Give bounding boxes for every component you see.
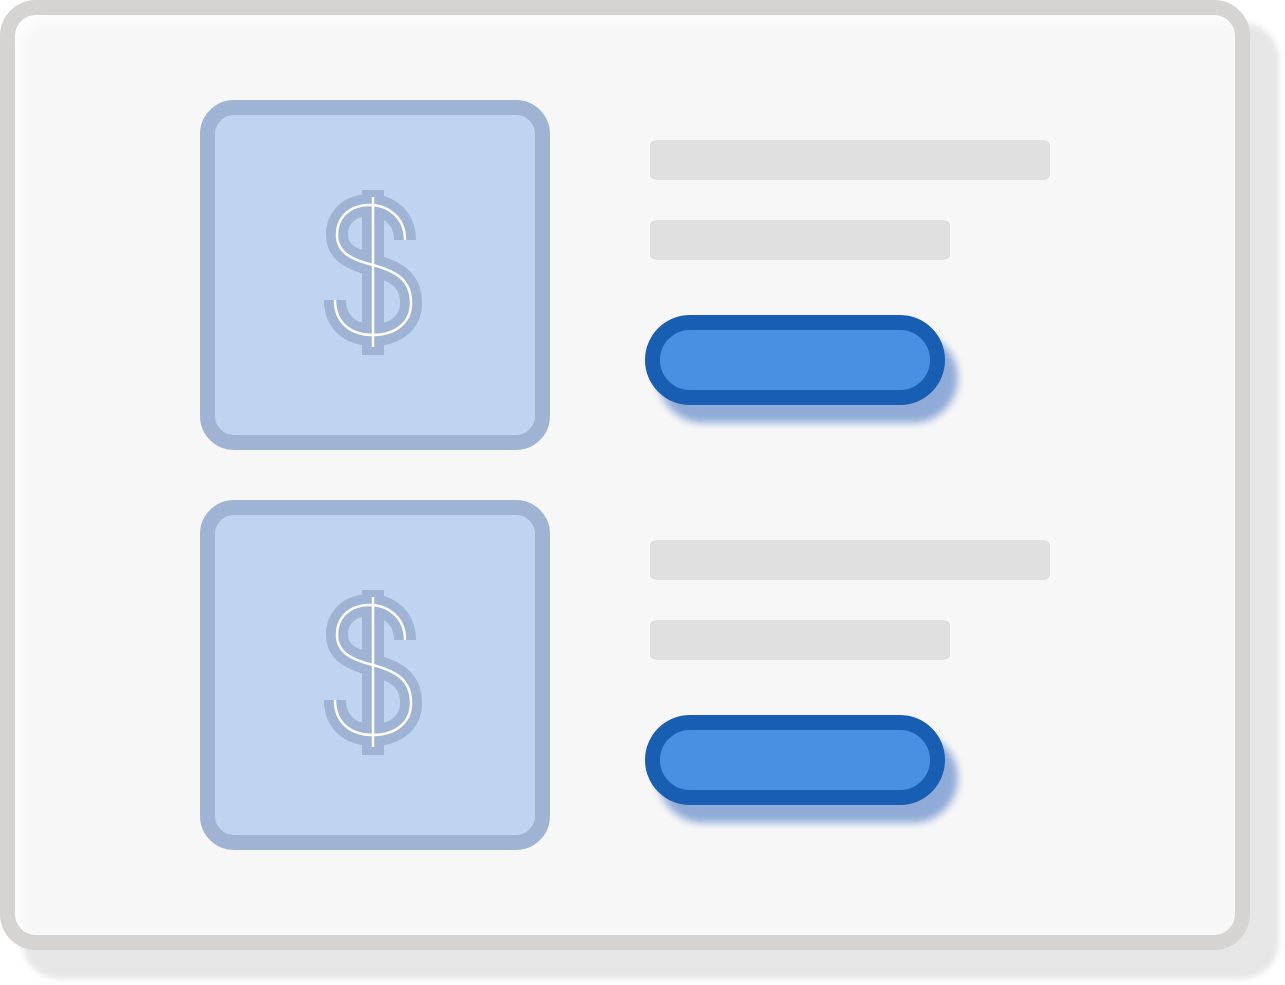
product-thumbnail bbox=[200, 500, 550, 850]
title-placeholder-line bbox=[650, 140, 1050, 180]
dollar-sign-icon bbox=[315, 185, 435, 365]
window-inner-shade bbox=[15, 15, 1235, 935]
subtitle-placeholder-line bbox=[650, 220, 950, 260]
title-placeholder-line bbox=[650, 540, 1050, 580]
dollar-sign-icon bbox=[315, 585, 435, 765]
primary-action-button[interactable] bbox=[645, 715, 945, 805]
product-thumbnail bbox=[200, 100, 550, 450]
subtitle-placeholder-line bbox=[650, 620, 950, 660]
primary-action-button[interactable] bbox=[645, 315, 945, 405]
app-window bbox=[0, 0, 1250, 950]
